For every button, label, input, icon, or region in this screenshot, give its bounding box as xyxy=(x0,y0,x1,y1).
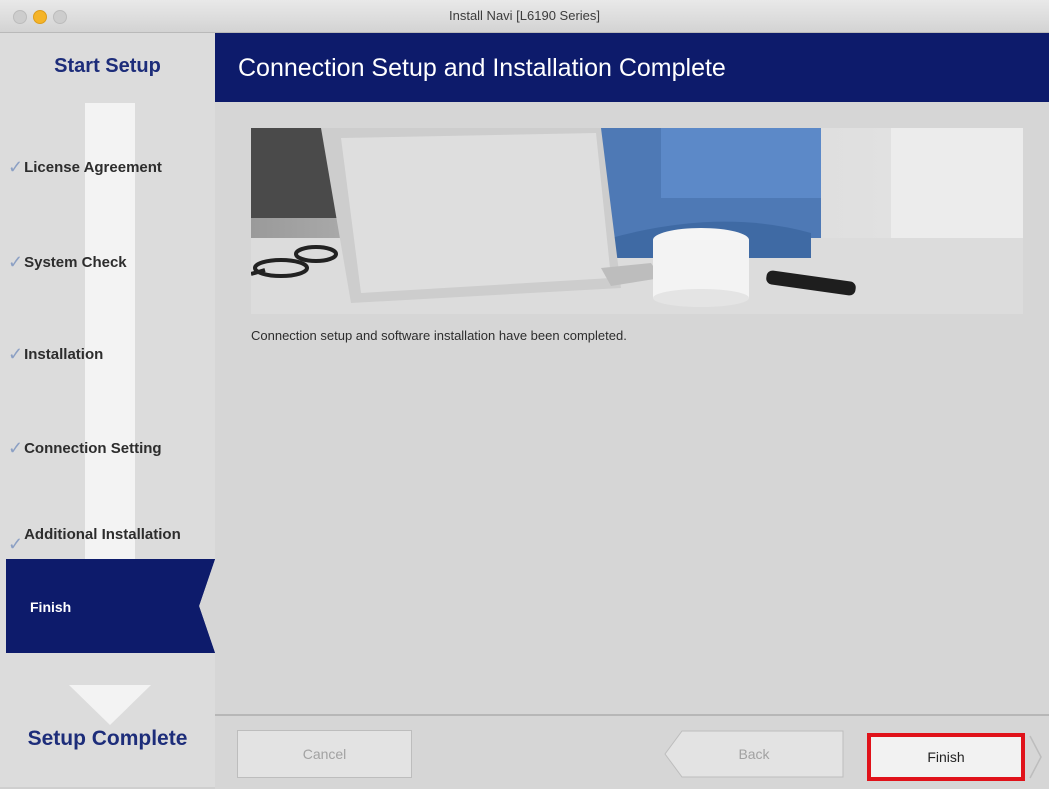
step-finish-label: Finish xyxy=(30,599,72,615)
step-connection-setting: ✓ Connection Setting xyxy=(8,438,162,459)
checkmark-icon: ✓ xyxy=(8,157,24,177)
checkmark-icon: ✓ xyxy=(8,438,24,458)
back-button[interactable]: Back xyxy=(664,730,844,778)
cancel-button[interactable]: Cancel xyxy=(237,730,412,778)
start-setup-label: Start Setup xyxy=(54,55,161,77)
step-label: License Agreement xyxy=(24,159,162,176)
checkmark-icon: ✓ xyxy=(8,344,24,364)
setup-complete-label: Setup Complete xyxy=(27,727,188,750)
checkmark-icon: ✓ xyxy=(8,252,24,272)
step-label: Additional Installation xyxy=(24,526,181,543)
step-installation: ✓ Installation xyxy=(8,344,103,365)
title-bar: Install Navi [L6190 Series] xyxy=(0,0,1049,33)
finish-button[interactable]: Finish xyxy=(867,733,1025,781)
page-title: Connection Setup and Installation Comple… xyxy=(238,54,726,82)
office-photo-image xyxy=(251,128,1023,314)
progress-arrow-tip xyxy=(69,685,151,725)
back-button-shape: Back xyxy=(664,730,844,778)
checkmark-icon: ✓ xyxy=(8,534,24,554)
step-additional-installation: ✓ Additional Installation xyxy=(8,522,181,554)
main-content: Connection setup and software installati… xyxy=(215,102,1049,714)
window-title: Install Navi [L6190 Series] xyxy=(448,8,601,23)
step-label: System Check xyxy=(24,254,127,271)
step-label: Installation xyxy=(24,346,104,363)
setup-progress-sidebar: Start Setup ✓ License Agreement ✓ System… xyxy=(0,33,215,787)
current-step-pointer-icon xyxy=(199,559,215,653)
step-system-check: ✓ System Check xyxy=(8,252,127,273)
completion-message: Connection setup and software installati… xyxy=(251,328,627,343)
button-bar: Cancel Back Finish xyxy=(215,714,1049,789)
page-header: Connection Setup and Installation Comple… xyxy=(215,33,1049,102)
step-license-agreement: ✓ License Agreement xyxy=(8,157,162,178)
step-label: Connection Setting xyxy=(24,440,162,457)
next-chevron-icon xyxy=(1029,735,1042,779)
